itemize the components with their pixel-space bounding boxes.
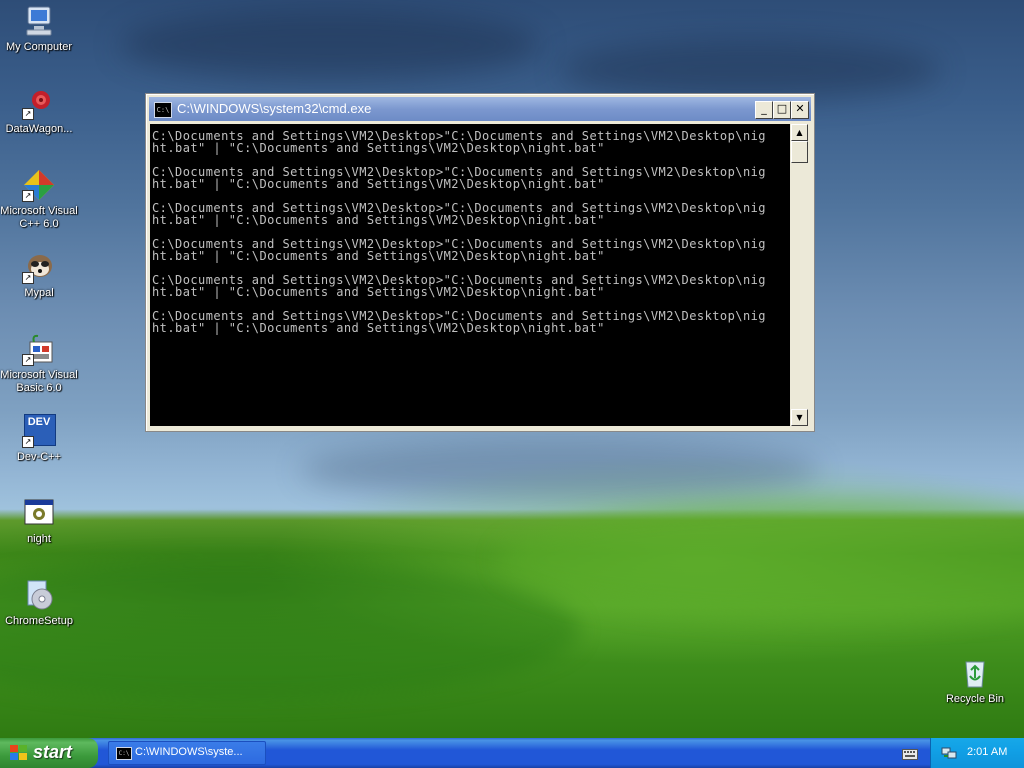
console-icon: C:\: [116, 747, 132, 760]
desktop-icon-label: ChromeSetup: [5, 615, 73, 627]
network-icon[interactable]: [941, 745, 957, 761]
desktop-icon-my-computer[interactable]: My Computer: [0, 4, 78, 54]
desktop-icon-visual-basic[interactable]: ↗ Microsoft Visual Basic 6.0: [0, 332, 78, 395]
desktop-icon-recycle-bin[interactable]: Recycle Bin: [936, 656, 1014, 706]
desktop-icon-visual-cpp[interactable]: ↗ Microsoft Visual C++ 6.0: [0, 168, 78, 231]
clock[interactable]: 2:01 AM: [967, 746, 1007, 758]
windows-logo-icon: [10, 745, 28, 761]
shortcut-arrow-icon: ↗: [22, 108, 34, 120]
console-icon[interactable]: C:\: [154, 102, 172, 118]
desktop-icon-label: Dev-C++: [16, 451, 62, 463]
desktop-icon-label: DataWagon...: [5, 123, 73, 135]
recycle-bin-icon: [958, 656, 992, 690]
visual-cpp-icon: ↗: [22, 168, 56, 202]
installer-icon: [22, 578, 56, 612]
desktop: My Computer ↗ DataWagon... ↗ Microsoft V…: [0, 0, 1024, 738]
dev-cpp-icon: DEV ↗: [22, 414, 56, 448]
console-output: C:\Documents and Settings\VM2\Desktop>"C…: [152, 129, 766, 335]
desktop-icon-label: Microsoft Visual C++ 6.0: [0, 205, 78, 230]
start-label: start: [33, 742, 73, 762]
window-title: C:\WINDOWS\system32\cmd.exe: [177, 101, 372, 116]
vertical-scrollbar[interactable]: ▲ ▼: [791, 124, 808, 426]
scroll-up-arrow-icon[interactable]: ▲: [791, 124, 808, 141]
hill: [500, 500, 1024, 620]
scrollbar-thumb[interactable]: [791, 141, 808, 163]
console-output-area[interactable]: C:\Documents and Settings\VM2\Desktop>"C…: [150, 124, 790, 426]
desktop-icon-mypal[interactable]: ↗ Mypal: [0, 250, 78, 300]
desktop-icon-night[interactable]: night: [0, 496, 78, 546]
maximize-button[interactable]: □: [773, 101, 791, 119]
my-computer-icon: [22, 4, 56, 38]
keyboard-icon[interactable]: [902, 746, 918, 760]
cloud: [300, 440, 820, 500]
desktop-icon-label: Mypal: [24, 287, 54, 299]
cmd-titlebar[interactable]: C:\ C:\WINDOWS\system32\cmd.exe _ □ ✕: [149, 97, 811, 121]
visual-basic-icon: ↗: [22, 332, 56, 366]
shortcut-arrow-icon: ↗: [22, 354, 34, 366]
system-tray: 2:01 AM: [930, 738, 1024, 768]
dev-icon-text: DEV: [27, 416, 51, 428]
mypal-icon: ↗: [22, 250, 56, 284]
start-button[interactable]: start: [0, 738, 98, 768]
cloud: [560, 40, 940, 100]
desktop-icon-label: Microsoft Visual Basic 6.0: [0, 369, 78, 394]
datawagon-icon: ↗: [22, 86, 56, 120]
desktop-icon-label: Recycle Bin: [945, 693, 1005, 705]
minimize-button[interactable]: _: [755, 101, 773, 119]
shortcut-arrow-icon: ↗: [22, 190, 34, 202]
taskbar: start C:\ C:\WINDOWS\syste... 2:01 AM: [0, 738, 1024, 768]
cloud: [120, 10, 540, 80]
desktop-icon-label: night: [27, 533, 51, 545]
hill: [0, 560, 580, 700]
batch-file-icon: [22, 496, 56, 530]
taskbar-button-cmd[interactable]: C:\ C:\WINDOWS\syste...: [108, 741, 266, 765]
desktop-icon-datawagon[interactable]: ↗ DataWagon...: [0, 86, 78, 136]
desktop-icon-label: My Computer: [5, 41, 73, 53]
desktop-icon-chromesetup[interactable]: ChromeSetup: [0, 578, 78, 628]
taskbar-button-label: C:\WINDOWS\syste...: [135, 746, 243, 758]
close-button[interactable]: ✕: [791, 101, 809, 119]
desktop-icon-dev-cpp[interactable]: DEV ↗ Dev-C++: [0, 414, 78, 464]
scroll-down-arrow-icon[interactable]: ▼: [791, 409, 808, 426]
shortcut-arrow-icon: ↗: [22, 436, 34, 448]
cmd-window[interactable]: C:\ C:\WINDOWS\system32\cmd.exe _ □ ✕ C:…: [145, 93, 815, 432]
shortcut-arrow-icon: ↗: [22, 272, 34, 284]
